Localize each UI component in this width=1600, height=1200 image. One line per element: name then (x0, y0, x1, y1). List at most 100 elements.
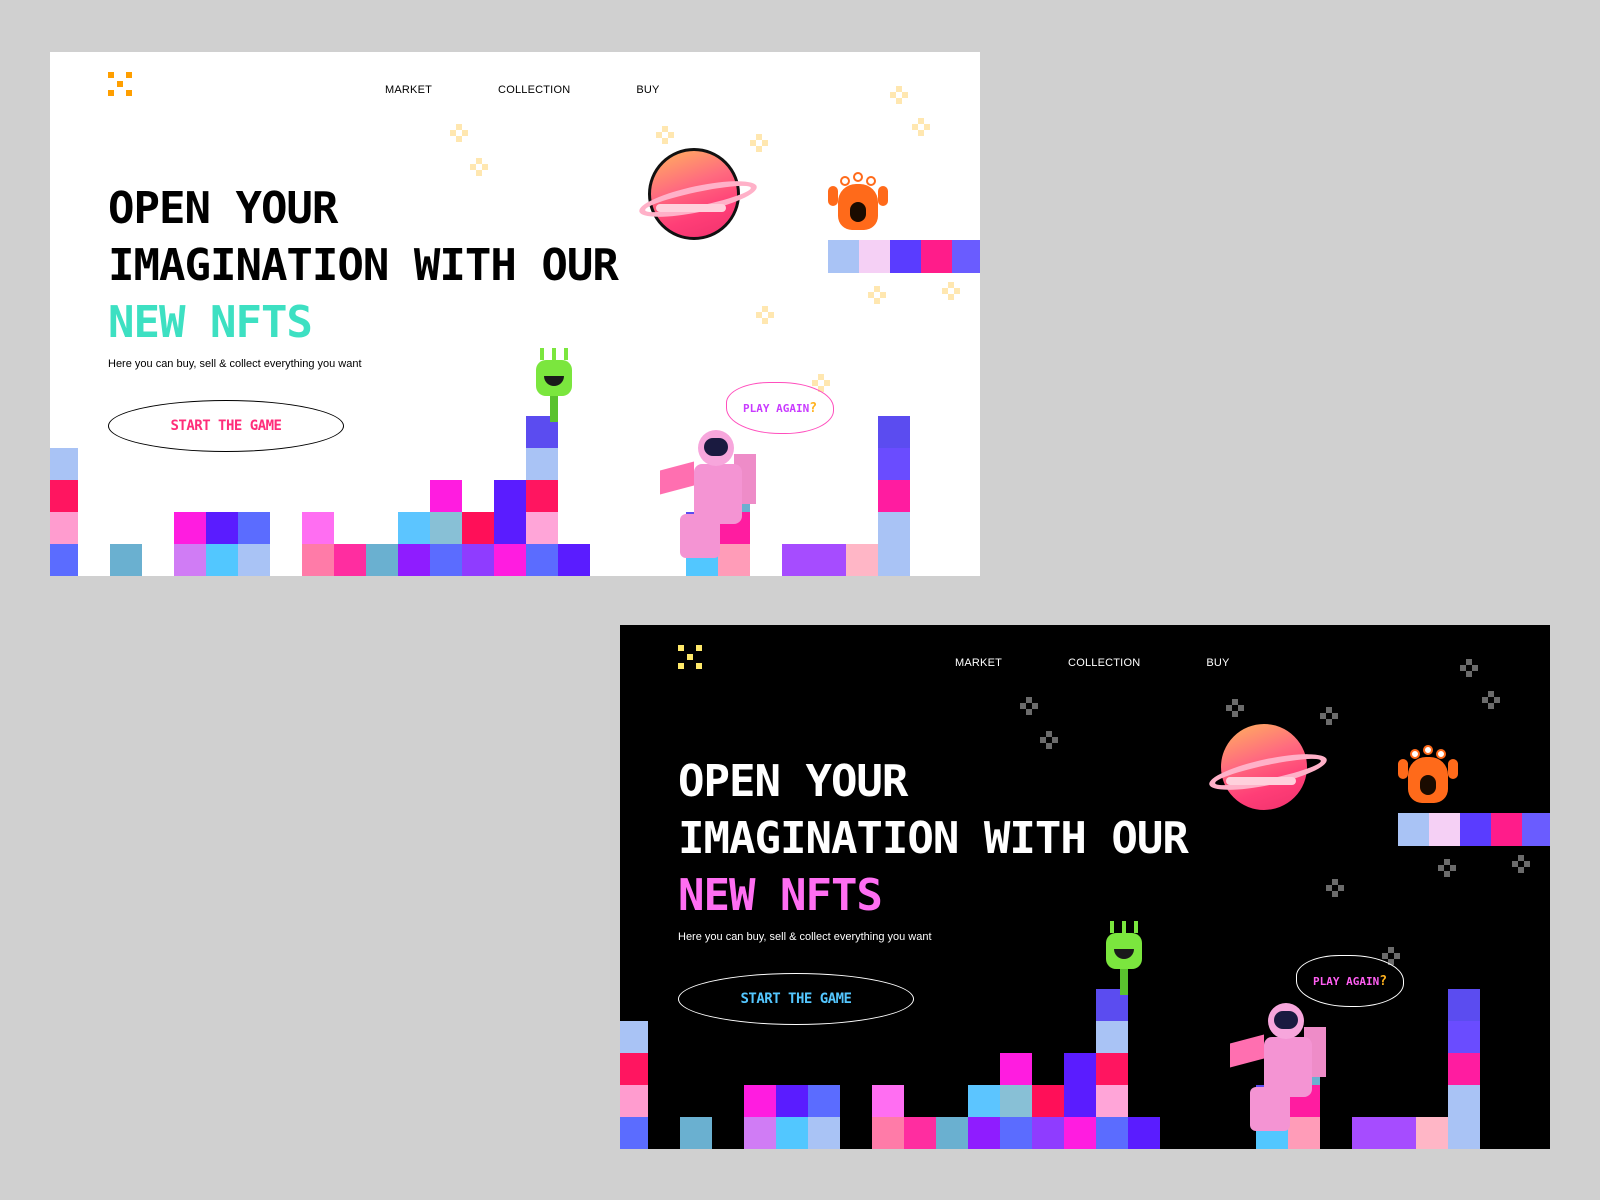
sparkle-pixel (1332, 713, 1338, 719)
pixel-block (620, 1085, 648, 1117)
pixel-block (302, 512, 334, 544)
sparkle-pixel (476, 170, 482, 176)
sparkle-pixel (1026, 709, 1032, 715)
sparkle-pixel (762, 140, 768, 146)
pixel-block (808, 1117, 840, 1149)
nav-buy[interactable]: BUY (1206, 657, 1229, 669)
pixel-block (828, 240, 859, 273)
pixel-block (526, 544, 558, 576)
sparkle-pixel (1494, 697, 1500, 703)
pixel-block (1064, 1117, 1096, 1149)
headline-line-2: IMAGINATION WITH OUR (678, 813, 1189, 864)
sparkle-pixel (1524, 861, 1530, 867)
pixel-block (526, 480, 558, 512)
sparkle-pixel (768, 312, 774, 318)
sparkle-pixel (1518, 867, 1524, 873)
sparkle-pixel (1482, 697, 1488, 703)
pixel-block (1128, 1117, 1160, 1149)
planet-icon (1206, 721, 1330, 813)
start-game-button[interactable]: START THE GAME (678, 973, 914, 1025)
pixel-block (846, 544, 878, 576)
nav-market[interactable]: MARKET (385, 84, 432, 96)
sparkle-pixel (1326, 885, 1332, 891)
pixel-block (1460, 813, 1491, 846)
sparkle-pixel (896, 98, 902, 104)
sparkle-pixel (1026, 697, 1032, 703)
sparkle-pixel (470, 164, 476, 170)
pixel-block (1352, 1117, 1384, 1149)
sparkle-pixel (476, 158, 482, 164)
hero-headline: OPEN YOUR IMAGINATION WITH OUR NEW NFTS (108, 180, 619, 351)
pixel-block (1448, 1085, 1480, 1117)
bubble-text: PLAY AGAIN (742, 401, 810, 415)
sparkle-pixel (868, 292, 874, 298)
sparkle-pixel (1388, 947, 1394, 953)
sparkle-pixel (1394, 953, 1400, 959)
sparkle-pixel (890, 92, 896, 98)
sparkle-pixel (1382, 953, 1388, 959)
sparkle-pixel (818, 374, 824, 380)
hero-subtitle: Here you can buy, sell & collect everyth… (108, 358, 362, 370)
sparkle-pixel (1020, 703, 1026, 709)
pixel-block (174, 544, 206, 576)
headline-line-1: OPEN YOUR (678, 756, 908, 807)
pixel-block (430, 480, 462, 512)
sparkle-pixel (924, 124, 930, 130)
pixel-block (1096, 1085, 1128, 1117)
nav-buy[interactable]: BUY (636, 84, 659, 96)
sparkle-pixel (662, 126, 668, 132)
sparkle-pixel (1040, 737, 1046, 743)
pixel-block (878, 480, 910, 512)
pixel-block (494, 480, 526, 512)
play-again-bubble[interactable]: PLAY AGAIN? (726, 382, 834, 434)
sparkle-pixel (812, 380, 818, 386)
pixel-block (558, 544, 590, 576)
sparkle-pixel (1052, 737, 1058, 743)
green-alien-icon (530, 348, 578, 422)
sparkle-pixel (948, 282, 954, 288)
sparkle-pixel (902, 92, 908, 98)
green-alien-icon (1100, 921, 1148, 995)
sparkle-pixel (918, 130, 924, 136)
sparkle-pixel (1232, 699, 1238, 705)
logo-icon[interactable] (108, 72, 132, 96)
pixel-block (50, 544, 78, 576)
sparkle-pixel (1332, 879, 1338, 885)
sparkle-pixel (1512, 861, 1518, 867)
pixel-block (1448, 1053, 1480, 1085)
pixel-block (890, 240, 921, 273)
pixel-block (680, 1117, 712, 1149)
nav-market[interactable]: MARKET (955, 657, 1002, 669)
pixel-block (1000, 1053, 1032, 1085)
sparkle-pixel (880, 292, 886, 298)
pixel-block (872, 1085, 904, 1117)
pixel-block (302, 544, 334, 576)
sparkle-pixel (1226, 705, 1232, 711)
pixel-block (206, 512, 238, 544)
sparkle-pixel (824, 380, 830, 386)
nav-collection[interactable]: COLLECTION (1068, 657, 1140, 669)
sparkle-pixel (942, 288, 948, 294)
sparkle-pixel (1046, 731, 1052, 737)
pixel-block (1064, 1053, 1096, 1085)
pixel-block (1000, 1085, 1032, 1117)
headline-line-1: OPEN YOUR (108, 183, 338, 234)
pixel-block (1522, 813, 1550, 846)
pixel-block (744, 1085, 776, 1117)
sparkle-pixel (1444, 871, 1450, 877)
sparkle-pixel (662, 138, 668, 144)
pixel-block (921, 240, 952, 273)
logo-icon[interactable] (678, 645, 702, 669)
nav-collection[interactable]: COLLECTION (498, 84, 570, 96)
sparkle-pixel (1332, 891, 1338, 897)
pixel-block (206, 544, 238, 576)
bubble-question-mark: ? (809, 400, 818, 416)
start-game-button[interactable]: START THE GAME (108, 400, 344, 452)
sparkle-pixel (1320, 713, 1326, 719)
light-theme-frame: MARKET COLLECTION BUY OPEN YOUR IMAGINAT… (50, 52, 980, 576)
play-again-bubble[interactable]: PLAY AGAIN? (1296, 955, 1404, 1007)
sparkle-pixel (1326, 707, 1332, 713)
pixel-block (1064, 1085, 1096, 1117)
sparkle-pixel (756, 146, 762, 152)
sparkle-pixel (954, 288, 960, 294)
